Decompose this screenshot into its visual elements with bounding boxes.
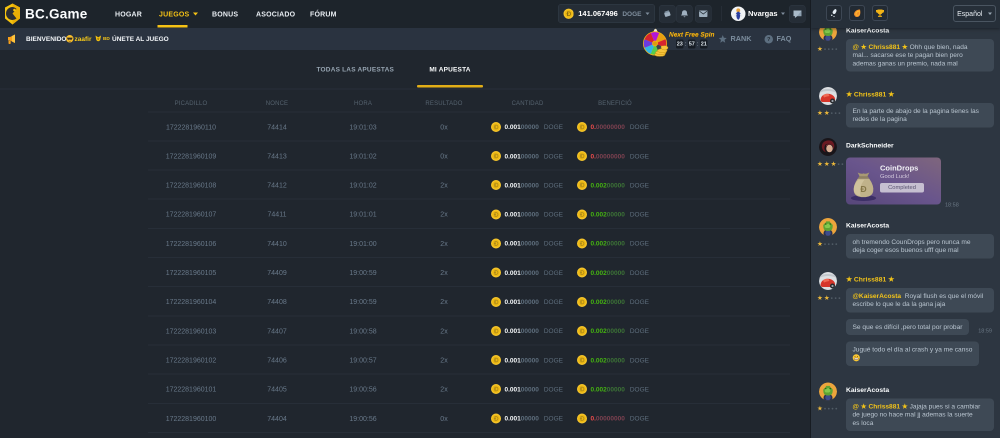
svg-text:?: ? <box>767 37 771 43</box>
svg-text:Ð: Ð <box>860 184 866 194</box>
